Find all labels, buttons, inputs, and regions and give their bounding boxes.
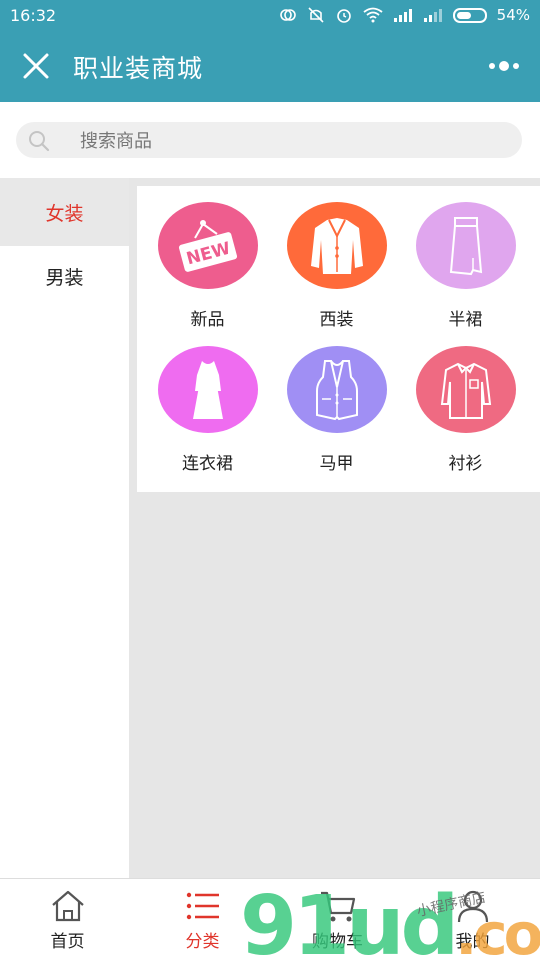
status-bar: 16:32 54% bbox=[0, 0, 540, 30]
new-tag-icon: NEW bbox=[178, 219, 237, 272]
tab-label: 购物车 bbox=[312, 932, 363, 952]
sidebar-item-men[interactable]: 男装 bbox=[0, 246, 129, 306]
signal-icon-1 bbox=[393, 9, 412, 22]
status-icons: 54% bbox=[279, 6, 530, 24]
category-circle bbox=[157, 346, 258, 433]
category-circle: NEW bbox=[157, 202, 258, 289]
tab-cart[interactable]: 购物车 bbox=[270, 879, 405, 961]
title-bar: 职业装商城 bbox=[0, 30, 540, 102]
status-time: 16:32 bbox=[10, 5, 57, 25]
subcategory-grid: NEW 新品 西装 半裙 连衣裙 马甲 衬衫 bbox=[137, 186, 540, 474]
tab-category[interactable]: 分类 bbox=[135, 879, 270, 961]
battery-icon bbox=[452, 7, 487, 23]
tab-home[interactable]: 首页 bbox=[0, 879, 135, 961]
category-circle bbox=[415, 202, 516, 289]
vest-icon bbox=[315, 359, 358, 420]
more-button[interactable] bbox=[486, 52, 522, 80]
more-dot-icon bbox=[499, 61, 509, 71]
wifi-icon bbox=[363, 7, 383, 23]
sidebar-item-label: 女装 bbox=[45, 202, 84, 225]
category-label: 新品 bbox=[190, 310, 225, 330]
tab-bar: 首页 分类 购物车 我的 bbox=[0, 878, 540, 961]
shirt-icon bbox=[440, 362, 491, 419]
tab-label: 我的 bbox=[455, 932, 490, 952]
tab-icon-wrap bbox=[50, 889, 86, 923]
tab-label: 首页 bbox=[50, 932, 85, 952]
category-shirt[interactable]: 衬衫 bbox=[401, 330, 530, 474]
user-icon bbox=[457, 890, 488, 923]
category-label: 西装 bbox=[319, 310, 354, 330]
page-title: 职业装商城 bbox=[73, 54, 204, 83]
sync-icon bbox=[279, 9, 296, 21]
battery-percent: 54% bbox=[496, 6, 530, 24]
category-vest[interactable]: 马甲 bbox=[272, 330, 401, 474]
category-label: 连衣裙 bbox=[182, 454, 233, 474]
category-circle bbox=[415, 346, 516, 433]
list-icon bbox=[186, 892, 219, 920]
category-suit[interactable]: 西装 bbox=[272, 186, 401, 330]
signal-icon-2 bbox=[423, 9, 442, 22]
more-dot-icon bbox=[489, 63, 495, 69]
close-icon bbox=[23, 53, 49, 79]
category-label: 半裙 bbox=[448, 310, 483, 330]
category-new[interactable]: NEW 新品 bbox=[143, 186, 272, 330]
search-box[interactable] bbox=[16, 122, 522, 160]
search-bar bbox=[0, 102, 540, 178]
cart-icon bbox=[320, 891, 355, 922]
category-label: 衬衫 bbox=[448, 454, 483, 474]
category-skirt[interactable]: 半裙 bbox=[401, 186, 530, 330]
sidebar-item-women[interactable]: 女装 bbox=[0, 178, 129, 246]
category-circle bbox=[286, 202, 387, 289]
sidebar-item-label: 男装 bbox=[45, 266, 84, 289]
tab-profile[interactable]: 我的 bbox=[405, 879, 540, 961]
search-icon bbox=[29, 131, 50, 152]
alarm-icon bbox=[336, 9, 351, 23]
search-input[interactable] bbox=[78, 122, 502, 160]
more-dot-icon bbox=[513, 63, 519, 69]
dress-icon bbox=[192, 360, 223, 419]
close-button[interactable] bbox=[18, 48, 54, 84]
tab-label: 分类 bbox=[185, 932, 220, 952]
mute-icon bbox=[308, 7, 324, 23]
category-content: 女装 男装 NEW 新品 西装 半裙 连衣裙 马甲 衬衫 bbox=[0, 178, 540, 878]
tab-icon-wrap bbox=[185, 889, 221, 923]
home-icon bbox=[51, 890, 84, 922]
category-label: 马甲 bbox=[319, 454, 354, 474]
category-sidebar: 女装 男装 bbox=[0, 178, 129, 878]
tab-icon-wrap bbox=[456, 889, 490, 923]
category-circle bbox=[286, 346, 387, 433]
skirt-icon bbox=[449, 216, 482, 275]
category-dress[interactable]: 连衣裙 bbox=[143, 330, 272, 474]
subcategory-panel: NEW 新品 西装 半裙 连衣裙 马甲 衬衫 bbox=[137, 186, 540, 492]
blazer-icon bbox=[310, 217, 363, 274]
tab-icon-wrap bbox=[319, 889, 357, 923]
